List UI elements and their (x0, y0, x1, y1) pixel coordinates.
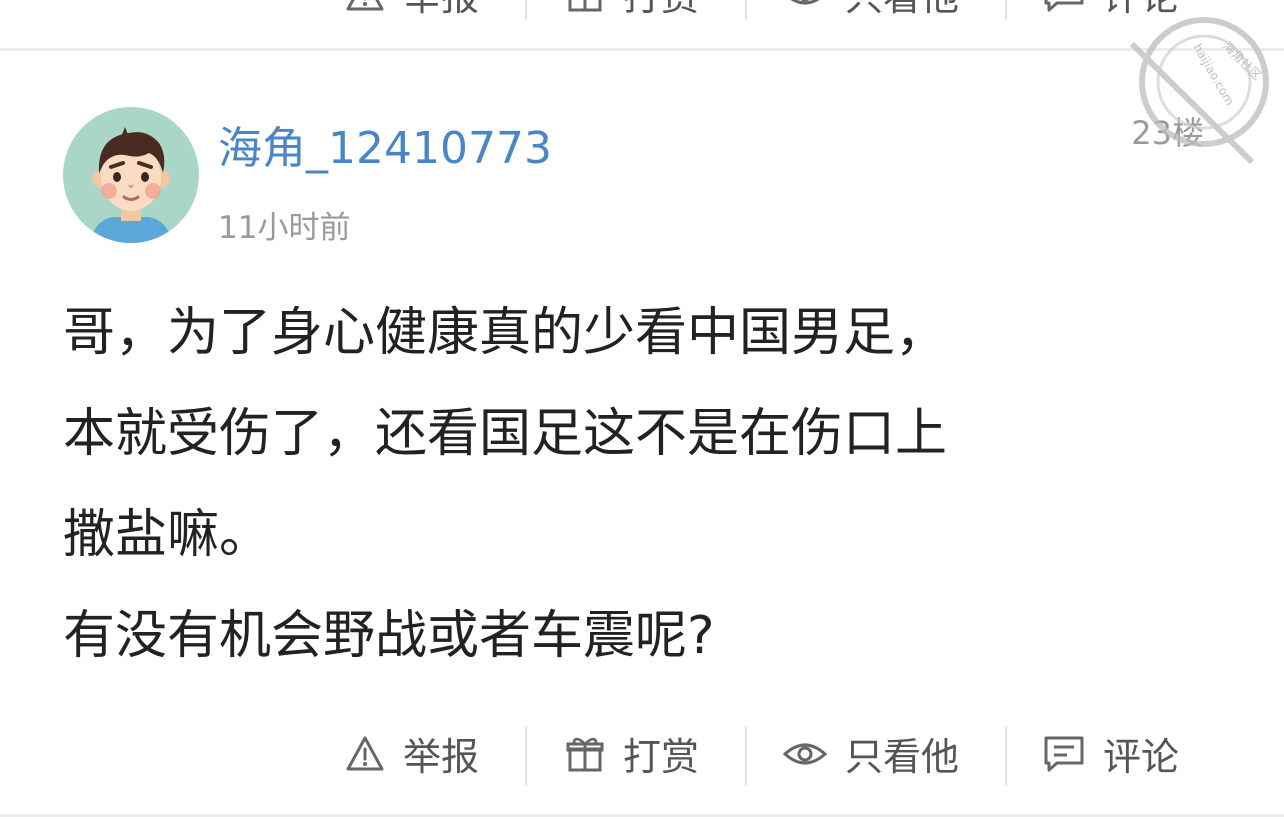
post-time: 11小时前 (218, 210, 351, 246)
post-line: 哥，为了身心健康真的少看中国男足， (63, 303, 948, 363)
comment-icon (1043, 734, 1085, 774)
username-link[interactable]: 海角_12410773 (218, 112, 552, 176)
warning-triangle-icon (345, 0, 385, 14)
gift-icon (565, 0, 605, 14)
comment-icon (1043, 0, 1085, 14)
report-label: 举报 (403, 735, 480, 779)
post-divider (0, 48, 1284, 51)
action-separator (745, 0, 747, 20)
report-button[interactable]: 举报 (345, 726, 479, 781)
only-him-label: 只看他 (845, 735, 960, 779)
action-separator (525, 0, 527, 20)
tip-label: 打赏 (623, 735, 700, 779)
watermark-logo: 海角社区 haijiao.com (1120, 4, 1282, 166)
report-label: 举报 (403, 0, 479, 21)
comment-button[interactable]: 评论 (1043, 726, 1179, 781)
action-separator (1005, 727, 1007, 785)
eye-icon (783, 0, 827, 14)
post-page: 举报 打赏 只看他 评论 (0, 0, 1284, 819)
post-line: 撒盐嘛。 (63, 505, 272, 565)
action-separator (525, 727, 527, 785)
eye-icon (783, 734, 827, 774)
tip-label: 打赏 (623, 0, 699, 21)
post-line: 有没有机会野战或者车震呢? (63, 606, 715, 666)
action-separator (745, 727, 747, 785)
post-divider (0, 814, 1284, 817)
only-him-button[interactable]: 只看他 (783, 726, 959, 781)
gift-icon (565, 734, 605, 774)
report-button-prev[interactable]: 举报 (345, 0, 479, 21)
action-separator (1005, 0, 1007, 20)
post-action-bar: 举报 打赏 只看他 评论 (0, 726, 1284, 786)
svg-text:海角社区: 海角社区 (1220, 38, 1265, 83)
warning-triangle-icon (345, 734, 385, 774)
tip-button-prev[interactable]: 打赏 (565, 0, 699, 21)
only-him-button-prev[interactable]: 只看他 (783, 0, 959, 21)
tip-button[interactable]: 打赏 (565, 726, 699, 781)
post-content: 哥，为了身心健康真的少看中国男足， 本就受伤了，还看国足这不是在伤口上 撒盐嘛。… (63, 283, 1223, 687)
avatar[interactable] (63, 107, 199, 243)
only-him-label: 只看他 (845, 0, 959, 21)
post-line: 本就受伤了，还看国足这不是在伤口上 (63, 404, 948, 464)
comment-label: 评论 (1103, 735, 1180, 779)
previous-post-action-bar: 举报 打赏 只看他 评论 (0, 0, 1284, 20)
